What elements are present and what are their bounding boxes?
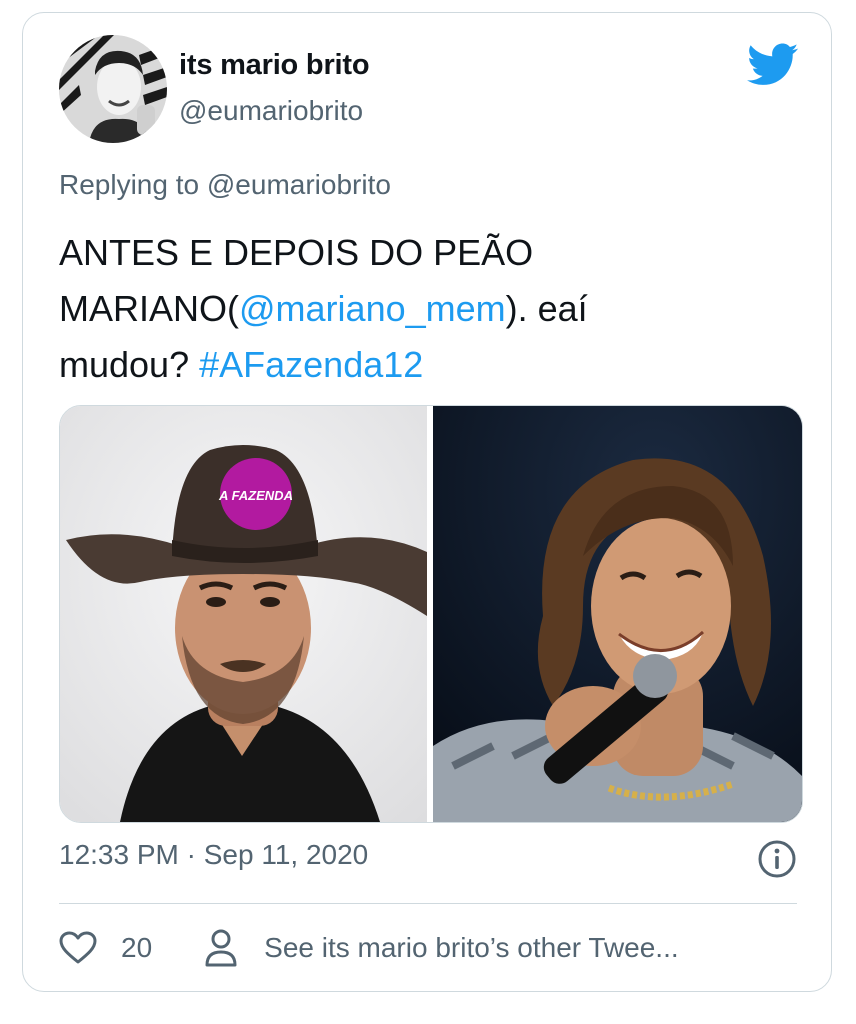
tweet-card: its mario brito @eumariobrito Replying t… (22, 12, 832, 992)
display-name[interactable]: its mario brito (179, 49, 370, 82)
tweet-text-line: mudou? #AFazenda12 (59, 337, 779, 393)
tweet-timestamp[interactable]: 12:33 PM · Sep 11, 2020 (59, 839, 368, 871)
user-handle[interactable]: @eumariobrito (179, 95, 363, 127)
reply-mention-link[interactable]: @eumariobrito (207, 169, 391, 200)
mention-link[interactable]: @mariano_mem (239, 288, 506, 329)
like-count: 20 (121, 932, 153, 963)
info-icon[interactable] (757, 839, 797, 879)
heart-icon[interactable] (59, 931, 97, 965)
tweet-text-line: ANTES E DEPOIS DO PEÃO (59, 232, 534, 273)
before-photo-image: A FAZENDA (60, 406, 427, 822)
hat-badge-text: A FAZENDA (218, 488, 293, 503)
media-grid: A FAZENDA (59, 405, 803, 823)
tweet-text-segment: ). eaí (505, 288, 588, 329)
replying-to: Replying to @eumariobrito (59, 169, 391, 201)
avatar[interactable] (59, 35, 167, 143)
tweet-text-segment: MARIANO( (59, 288, 239, 329)
tweet-text: ANTES E DEPOIS DO PEÃO MARIANO(@mariano_… (59, 225, 779, 393)
person-icon[interactable] (204, 928, 238, 968)
photo-before[interactable]: A FAZENDA (60, 406, 427, 822)
twitter-bird-icon[interactable] (747, 43, 799, 87)
photo-after[interactable] (433, 406, 802, 822)
after-photo-image (433, 406, 802, 822)
divider (59, 903, 797, 904)
avatar-photo (59, 35, 167, 143)
other-tweets-link[interactable]: See its mario brito’s other Twee... (264, 932, 679, 964)
replying-to-label: Replying to (59, 169, 200, 200)
tweet-actions: 20 See its mario brito’s other Twee... (59, 925, 679, 971)
tweet-text-line: MARIANO(@mariano_mem). eaí (59, 281, 779, 337)
tweet-text-segment: mudou? (59, 344, 200, 385)
hashtag-link[interactable]: #AFazenda12 (199, 344, 423, 385)
